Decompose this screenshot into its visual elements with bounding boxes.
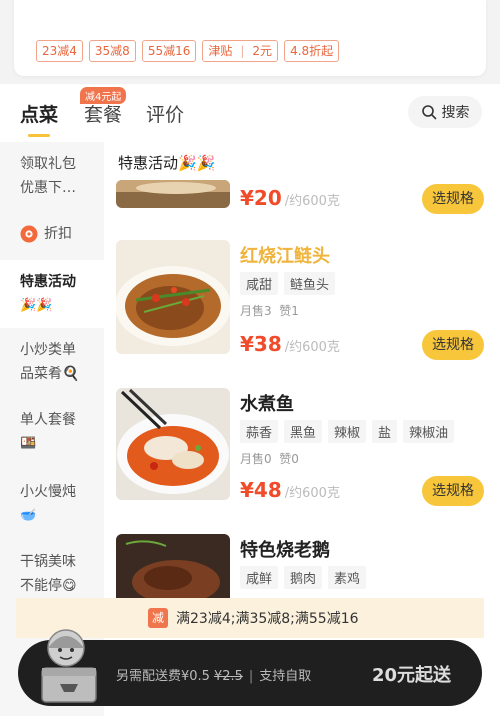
- sidebar-item-label: 🍱: [20, 436, 37, 451]
- subsidy-value: 2元: [252, 44, 273, 58]
- dish-tags: 咸鲜 鹅肉 素鸡: [240, 566, 367, 589]
- likes: 赞1: [279, 304, 299, 318]
- dish-price: ¥38 /约600克: [240, 332, 340, 356]
- dish-tag: 鹅肉: [284, 566, 323, 589]
- select-spec-button[interactable]: 选规格: [422, 330, 484, 360]
- price-unit: /约600克: [284, 340, 340, 355]
- dish-name: 特色烧老鹅: [240, 540, 330, 561]
- tab-underline: [28, 134, 50, 137]
- sidebar-item-label: 折扣: [44, 226, 72, 242]
- search-label: 搜索: [441, 105, 470, 121]
- sidebar-item-label: 不能停😋: [20, 578, 77, 594]
- sidebar-item-label: 🎉🎉: [20, 298, 53, 313]
- set-meal-badge: 减4元起: [80, 87, 127, 104]
- promo-tag: 55减16: [141, 40, 197, 62]
- sidebar-item-label: 小火慢炖: [20, 484, 76, 500]
- dish-tag: 素鸡: [328, 566, 367, 589]
- discount-icon: [20, 225, 38, 243]
- sidebar-item-label: 单人套餐: [20, 412, 76, 428]
- pickup-label: 支持自取: [259, 669, 312, 684]
- sidebar-item-stew[interactable]: 小火慢炖 🥣: [0, 480, 104, 528]
- sidebar-item-label: 品菜肴🍳: [20, 366, 80, 382]
- min-order-button[interactable]: 20元起送: [372, 661, 451, 687]
- delivery-fee-label: 另需配送费¥0.5: [116, 669, 210, 684]
- discount-badge: 减: [148, 608, 168, 628]
- dish-image[interactable]: [116, 388, 230, 500]
- tab-reviews[interactable]: 评价: [146, 100, 184, 127]
- sidebar-item-label: 干锅美味: [20, 554, 76, 570]
- sidebar-item-label: 优惠下…: [20, 180, 76, 196]
- subsidy-tag: 津贴 | 2元: [202, 40, 279, 62]
- price-value: ¥48: [240, 478, 282, 502]
- sidebar-item-label: 🥣: [20, 508, 37, 523]
- monthly-sales: 月售0: [240, 452, 272, 466]
- dish-tag: 黑鱼: [284, 420, 323, 443]
- search-button[interactable]: 搜索: [408, 96, 482, 128]
- sidebar-item-gift[interactable]: 领取礼包 优惠下…: [0, 152, 104, 200]
- delivery-fee: 另需配送费¥0.5 ¥2.5 | 支持自取: [116, 669, 312, 684]
- dish-tag: 蒜香: [240, 420, 279, 443]
- delivery-fee-original: ¥2.5: [213, 669, 243, 684]
- sidebar-item-label: 领取礼包: [20, 156, 76, 172]
- dish-name: 水煮鱼: [240, 394, 294, 415]
- promo-tag: 23减4: [36, 40, 83, 62]
- dish-price: ¥20 /约600克: [240, 186, 340, 210]
- section-title: 特惠活动🎉🎉: [118, 154, 216, 172]
- search-icon: [421, 105, 436, 120]
- select-spec-button[interactable]: 选规格: [422, 476, 484, 506]
- sidebar-item-special[interactable]: 特惠活动 🎉🎉: [0, 260, 104, 328]
- price-unit: /约600克: [284, 486, 340, 501]
- sidebar-item-label: 小炒类单: [20, 342, 76, 358]
- dish-price: ¥48 /约600克: [240, 478, 340, 502]
- dish-image[interactable]: [116, 180, 230, 208]
- dish-image[interactable]: [116, 534, 230, 604]
- sidebar-item-single-set[interactable]: 单人套餐 🍱: [0, 408, 104, 456]
- sidebar-item-label: 特惠活动: [20, 274, 76, 290]
- select-spec-button[interactable]: 选规格: [422, 184, 484, 214]
- dish-tags: 蒜香 黑鱼 辣椒 盐 辣椒油: [240, 420, 455, 443]
- price-unit: /约600克: [284, 194, 340, 209]
- dish-name: 红烧江鲢头: [240, 246, 330, 267]
- cart-mascot-icon[interactable]: [38, 626, 100, 706]
- price-value: ¥20: [240, 186, 282, 210]
- tab-bar: 点菜 套餐 减4元起 评价 搜索: [0, 84, 500, 142]
- dish-tag: 辣椒油: [403, 420, 455, 443]
- tab-order[interactable]: 点菜: [20, 100, 58, 127]
- promo-card: 23减4 35减8 55减16 津贴 | 2元 4.8折起: [14, 0, 486, 76]
- tab-set-meal[interactable]: 套餐: [84, 100, 122, 127]
- sidebar-item-stir-fry[interactable]: 小炒类单 品菜肴🍳: [0, 338, 104, 386]
- dish-tag: 鲢鱼头: [284, 272, 336, 295]
- sidebar-item-dry-pot[interactable]: 干锅美味 不能停😋: [0, 550, 104, 598]
- dish-sales: 月售0 赞0: [240, 450, 299, 467]
- dish-image[interactable]: [116, 240, 230, 354]
- sidebar-item-discount[interactable]: 折扣: [0, 222, 104, 246]
- promo-tags: 23减4 35减8 55减16 津贴 | 2元 4.8折起: [36, 40, 340, 62]
- dish-sales: 月售3 赞1: [240, 302, 299, 319]
- likes: 赞0: [279, 452, 299, 466]
- price-value: ¥38: [240, 332, 282, 356]
- dish-tags: 咸甜 鲢鱼头: [240, 272, 336, 295]
- dish-tag: 咸鲜: [240, 566, 279, 589]
- dish-tag: 辣椒: [328, 420, 367, 443]
- dish-tag: 盐: [372, 420, 398, 443]
- discount-text: 满23减4;满35减8;满55减16: [176, 611, 359, 627]
- subsidy-label: 津贴: [208, 44, 233, 58]
- dish-tag: 咸甜: [240, 272, 279, 295]
- monthly-sales: 月售3: [240, 304, 272, 318]
- discount-tag: 4.8折起: [284, 40, 340, 62]
- promo-tag: 35减8: [88, 40, 136, 62]
